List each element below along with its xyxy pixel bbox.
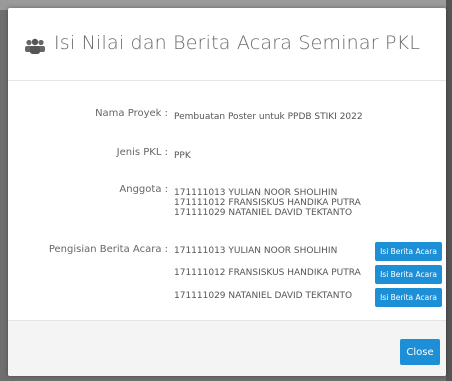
pengisian-label: Pengisian Berita Acara :: [48, 244, 168, 255]
isi-berita-acara-button[interactable]: Isi Berita Acara: [375, 242, 442, 261]
anggota-label: Anggota :: [119, 184, 168, 195]
users-icon: [24, 38, 46, 54]
backdrop-scrollbar: [446, 0, 452, 381]
berita-acara-modal: Isi Nilai dan Berita Acara Seminar PKL N…: [8, 8, 446, 376]
modal-header: Isi Nilai dan Berita Acara Seminar PKL: [8, 8, 446, 81]
pengisian-member: 171111012 FRANSISKUS HANDIKA PUTRA: [174, 268, 361, 278]
nama-proyek-label: Nama Proyek :: [95, 108, 168, 119]
close-button[interactable]: Close: [400, 339, 440, 365]
modal-footer: Close: [8, 320, 446, 376]
jenis-pkl-value: PPK: [174, 151, 191, 161]
pengisian-member: 171111013 YULIAN NOOR SHOLIHIN: [174, 246, 338, 256]
nama-proyek-value: Pembuatan Poster untuk PPDB STIKI 2022: [174, 112, 363, 122]
isi-berita-acara-button[interactable]: Isi Berita Acara: [375, 288, 442, 307]
modal-body: Nama Proyek : Pembuatan Poster untuk PPD…: [8, 81, 446, 321]
jenis-pkl-label: Jenis PKL :: [116, 147, 168, 158]
anggota-member: 171111029 NATANIEL DAVID TEKTANTO: [174, 208, 353, 218]
isi-berita-acara-button[interactable]: Isi Berita Acara: [375, 265, 442, 284]
modal-title: Isi Nilai dan Berita Acara Seminar PKL: [54, 32, 421, 54]
pengisian-member: 171111029 NATANIEL DAVID TEKTANTO: [174, 291, 353, 301]
